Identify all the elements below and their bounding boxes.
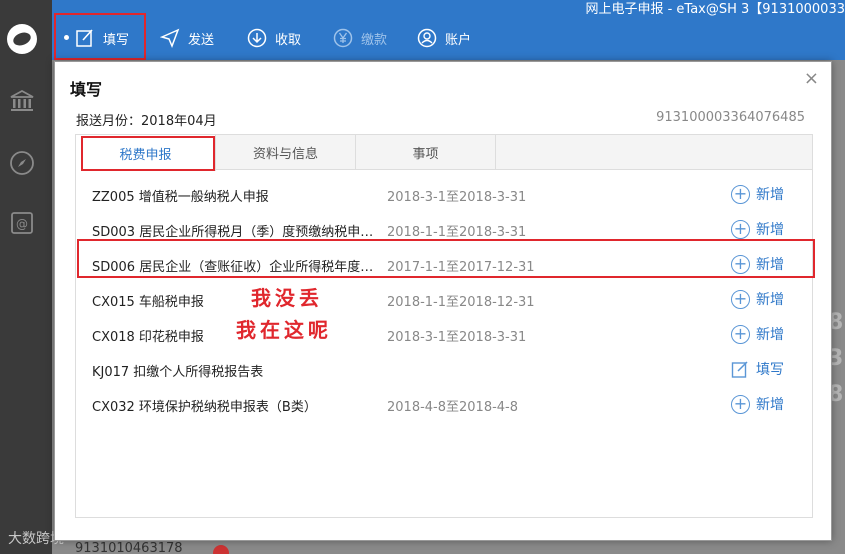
plus-circle-icon: + [731,324,750,344]
row-highlight-box [77,239,815,278]
contact-card-icon[interactable]: @ [7,208,37,238]
tab-matters[interactable]: 事项 [356,135,496,170]
toolbar-label: 发送 [188,32,215,48]
action-label: 新增 [756,397,784,413]
report-month: 报送月份：2018年04月 [76,114,217,129]
form-name: CX015 车船税申报 [92,295,204,310]
form-period: 2018-3-1至2018-3-31 [387,190,527,205]
action-label: 填写 [756,362,784,378]
plus-circle-icon: + [731,184,750,204]
tab-highlight-box [81,136,215,171]
table-row: KJ017 扣缴个人所得税报告表 填写 [76,352,812,387]
toolbar-label: 填写 [103,32,130,48]
form-name: KJ017 扣缴个人所得税报告表 [92,365,264,380]
form-period: 2018-1-1至2018-3-31 [387,225,527,240]
notification-badge [213,545,229,554]
fill-dialog: 填写 × 报送月份：2018年04月 913100003364076485 税费… [54,61,832,541]
add-button[interactable]: + 新增 [731,289,784,309]
annotation-line2: 我在这呢 [236,318,332,342]
form-name: SD003 居民企业所得税月（季）度预缴纳税申… [92,225,374,240]
bank-icon[interactable] [7,86,37,116]
toolbar-fill-button[interactable]: 填写 [75,14,129,62]
add-button[interactable]: + 新增 [731,324,784,344]
fill-button[interactable]: 填写 [731,359,784,379]
download-icon [247,28,267,48]
add-button[interactable]: + 新增 [731,184,784,204]
form-period: 2018-4-8至2018-4-8 [387,400,519,415]
plus-circle-icon: + [731,219,750,239]
add-button[interactable]: + 新增 [731,219,784,239]
background-footer-text: 9131010463178 [75,541,183,554]
form-name: CX018 印花税申报 [92,330,204,345]
send-icon [160,28,180,48]
close-icon[interactable]: × [804,68,819,89]
window-title: 网上电子申报 - eTax@SH 3【9131000033 [585,2,845,17]
toolbar-label: 账户 [445,32,472,48]
svg-text:@: @ [16,217,28,231]
form-name: ZZ005 增值税一般纳税人申报 [92,190,269,205]
action-label: 新增 [756,222,784,238]
app-logo [7,24,37,54]
tax-panel: 税费申报 资料与信息 事项 ZZ005 增值税一般纳税人申报 2018-3-1至… [75,134,813,518]
toolbar-account-button[interactable]: 账户 [417,14,471,62]
add-button[interactable]: + 新增 [731,394,784,414]
toolbar-payment-button[interactable]: 缴款 [333,14,387,62]
yen-icon [333,28,353,48]
compass-icon[interactable] [7,148,37,178]
edit-icon [731,360,750,379]
table-row: ZZ005 增值税一般纳税人申报 2018-3-1至2018-3-31 + 新增 [76,177,812,212]
dialog-title: 填写 [70,80,103,99]
plus-circle-icon: + [731,289,750,309]
edit-icon [75,28,95,48]
toolbar-label: 缴款 [361,32,388,48]
left-rail: @ [0,0,52,554]
action-label: 新增 [756,187,784,203]
annotation-line1: 我没丢 [251,286,323,310]
active-dot [64,35,69,40]
toolbar-send-button[interactable]: 发送 [160,14,214,62]
plus-circle-icon: + [731,394,750,414]
action-label: 新增 [756,327,784,343]
form-period: 2018-1-1至2018-12-31 [387,295,535,310]
table-row: CX032 环境保护税纳税申报表（B类） 2018-4-8至2018-4-8 +… [76,387,812,422]
action-label: 新增 [756,292,784,308]
user-icon [417,28,437,48]
table-row: CX018 印花税申报 2018-3-1至2018-3-31 + 新增 [76,317,812,352]
table-row: CX015 车船税申报 2018-1-1至2018-12-31 + 新增 [76,282,812,317]
toolbar-label: 收取 [275,32,302,48]
tax-id: 913100003364076485 [656,110,805,125]
tab-materials-info[interactable]: 资料与信息 [216,135,356,170]
form-name: CX032 环境保护税纳税申报表（B类） [92,400,317,415]
form-period: 2018-3-1至2018-3-31 [387,330,527,345]
toolbar-receive-button[interactable]: 收取 [247,14,301,62]
